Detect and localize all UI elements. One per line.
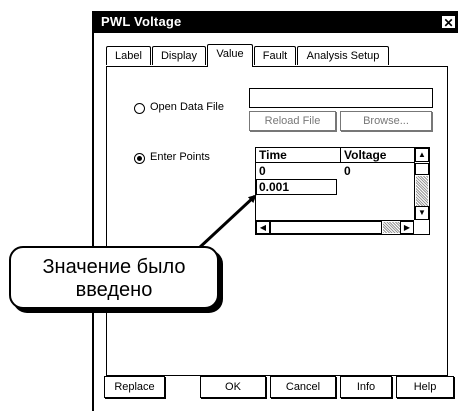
arrow-line (197, 194, 257, 250)
callout-text: Значение было введено (42, 256, 186, 301)
annotation-callout: Значение было введено (9, 246, 219, 309)
tab-value[interactable]: Value (207, 44, 253, 67)
